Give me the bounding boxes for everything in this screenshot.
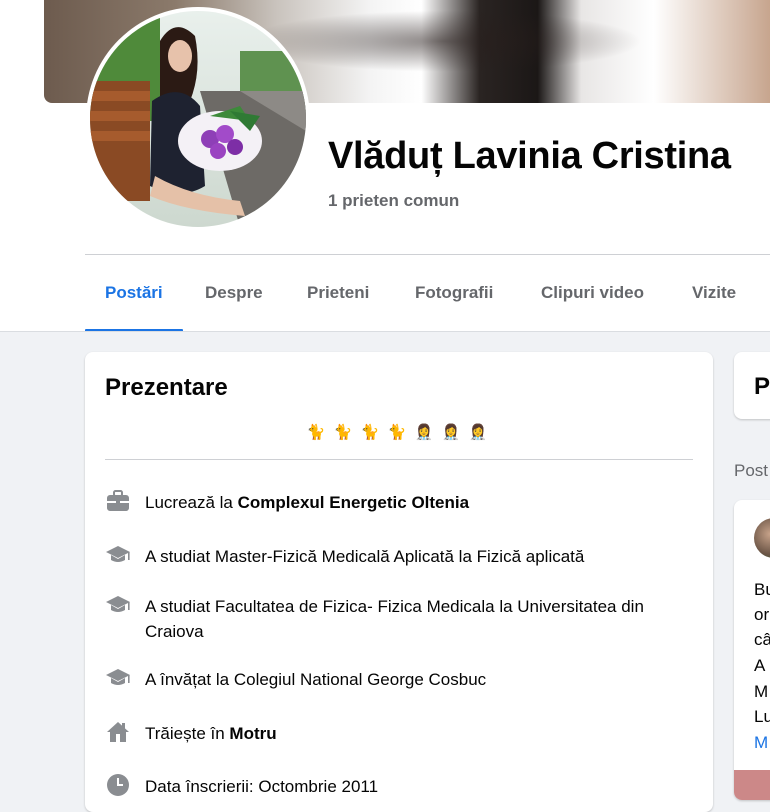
post-text-line: or xyxy=(754,605,770,624)
intro-joined-text: Data înscrierii: Octombrie 2011 xyxy=(145,777,379,796)
profile-header: Vlăduț Lavinia Cristina 1 prieten comun … xyxy=(0,0,770,332)
post-text-line: M xyxy=(754,682,769,701)
cat-emoji: 🐈 xyxy=(387,424,407,441)
post-text-line: Lu xyxy=(754,707,770,726)
graduation-cap-icon xyxy=(105,665,131,691)
intro-highschool-text: A învățat la Colegiul National George Co… xyxy=(145,670,487,689)
post-see-more-link[interactable]: M xyxy=(754,732,768,754)
profile-photo-image xyxy=(90,11,306,227)
post-card: Bu or câ A M Lu M xyxy=(734,500,770,800)
post-text-line: Bu xyxy=(754,580,770,599)
health-worker-emoji: 👩‍⚕️ xyxy=(441,424,461,441)
cat-emoji: 🐈 xyxy=(360,424,380,441)
photos-card: P xyxy=(734,352,770,419)
workplace-link[interactable]: Complexul Energetic Oltenia xyxy=(238,493,469,512)
intro-title: Prezentare xyxy=(105,374,228,401)
tab-about[interactable]: Despre xyxy=(185,256,283,330)
post-image[interactable] xyxy=(734,770,770,800)
post-text-line: A xyxy=(754,656,766,675)
clock-icon xyxy=(105,772,131,798)
tab-posts[interactable]: Postări xyxy=(85,256,183,332)
post-text-line: câ xyxy=(754,630,770,649)
tab-friends[interactable]: Prieteni xyxy=(287,256,389,330)
health-worker-emoji: 👩‍⚕️ xyxy=(468,424,488,441)
mutual-friends-link[interactable]: 1 prieten comun xyxy=(328,191,459,211)
cat-emoji: 🐈 xyxy=(306,424,326,441)
briefcase-icon xyxy=(105,488,131,514)
intro-card: Prezentare 🐈 🐈 🐈 🐈 👩‍⚕️ 👩‍⚕️ 👩‍⚕️ Lucrea… xyxy=(85,352,713,812)
intro-divider xyxy=(105,459,693,460)
intro-lives-in-text: Trăiește în Motru xyxy=(145,724,277,743)
graduation-cap-icon xyxy=(105,542,131,568)
graduation-cap-icon xyxy=(105,592,131,618)
city-link[interactable]: Motru xyxy=(229,724,276,743)
intro-education-text: A studiat Facultatea de Fizica- Fizica M… xyxy=(145,597,644,641)
post-author-avatar[interactable] xyxy=(754,518,770,558)
tab-photos[interactable]: Fotografii xyxy=(395,256,513,330)
intro-work-text: Lucrează la Complexul Energetic Oltenia xyxy=(145,493,470,512)
cat-emoji: 🐈 xyxy=(333,424,353,441)
tab-videos[interactable]: Clipuri video xyxy=(521,256,664,330)
header-divider xyxy=(85,254,770,255)
photos-card-title: P xyxy=(754,373,770,400)
home-icon xyxy=(105,719,131,745)
health-worker-emoji: 👩‍⚕️ xyxy=(414,424,434,441)
posts-section-label: Post xyxy=(734,461,769,480)
bio-emojis: 🐈 🐈 🐈 🐈 👩‍⚕️ 👩‍⚕️ 👩‍⚕️ xyxy=(305,422,495,444)
profile-name: Vlăduț Lavinia Cristina xyxy=(328,135,731,177)
intro-education-text: A studiat Master-Fizică Medicală Aplicat… xyxy=(145,547,585,566)
tabs-bottom-border xyxy=(0,331,770,332)
profile-picture[interactable] xyxy=(86,7,310,231)
tab-check-ins[interactable]: Vizite xyxy=(672,256,756,330)
